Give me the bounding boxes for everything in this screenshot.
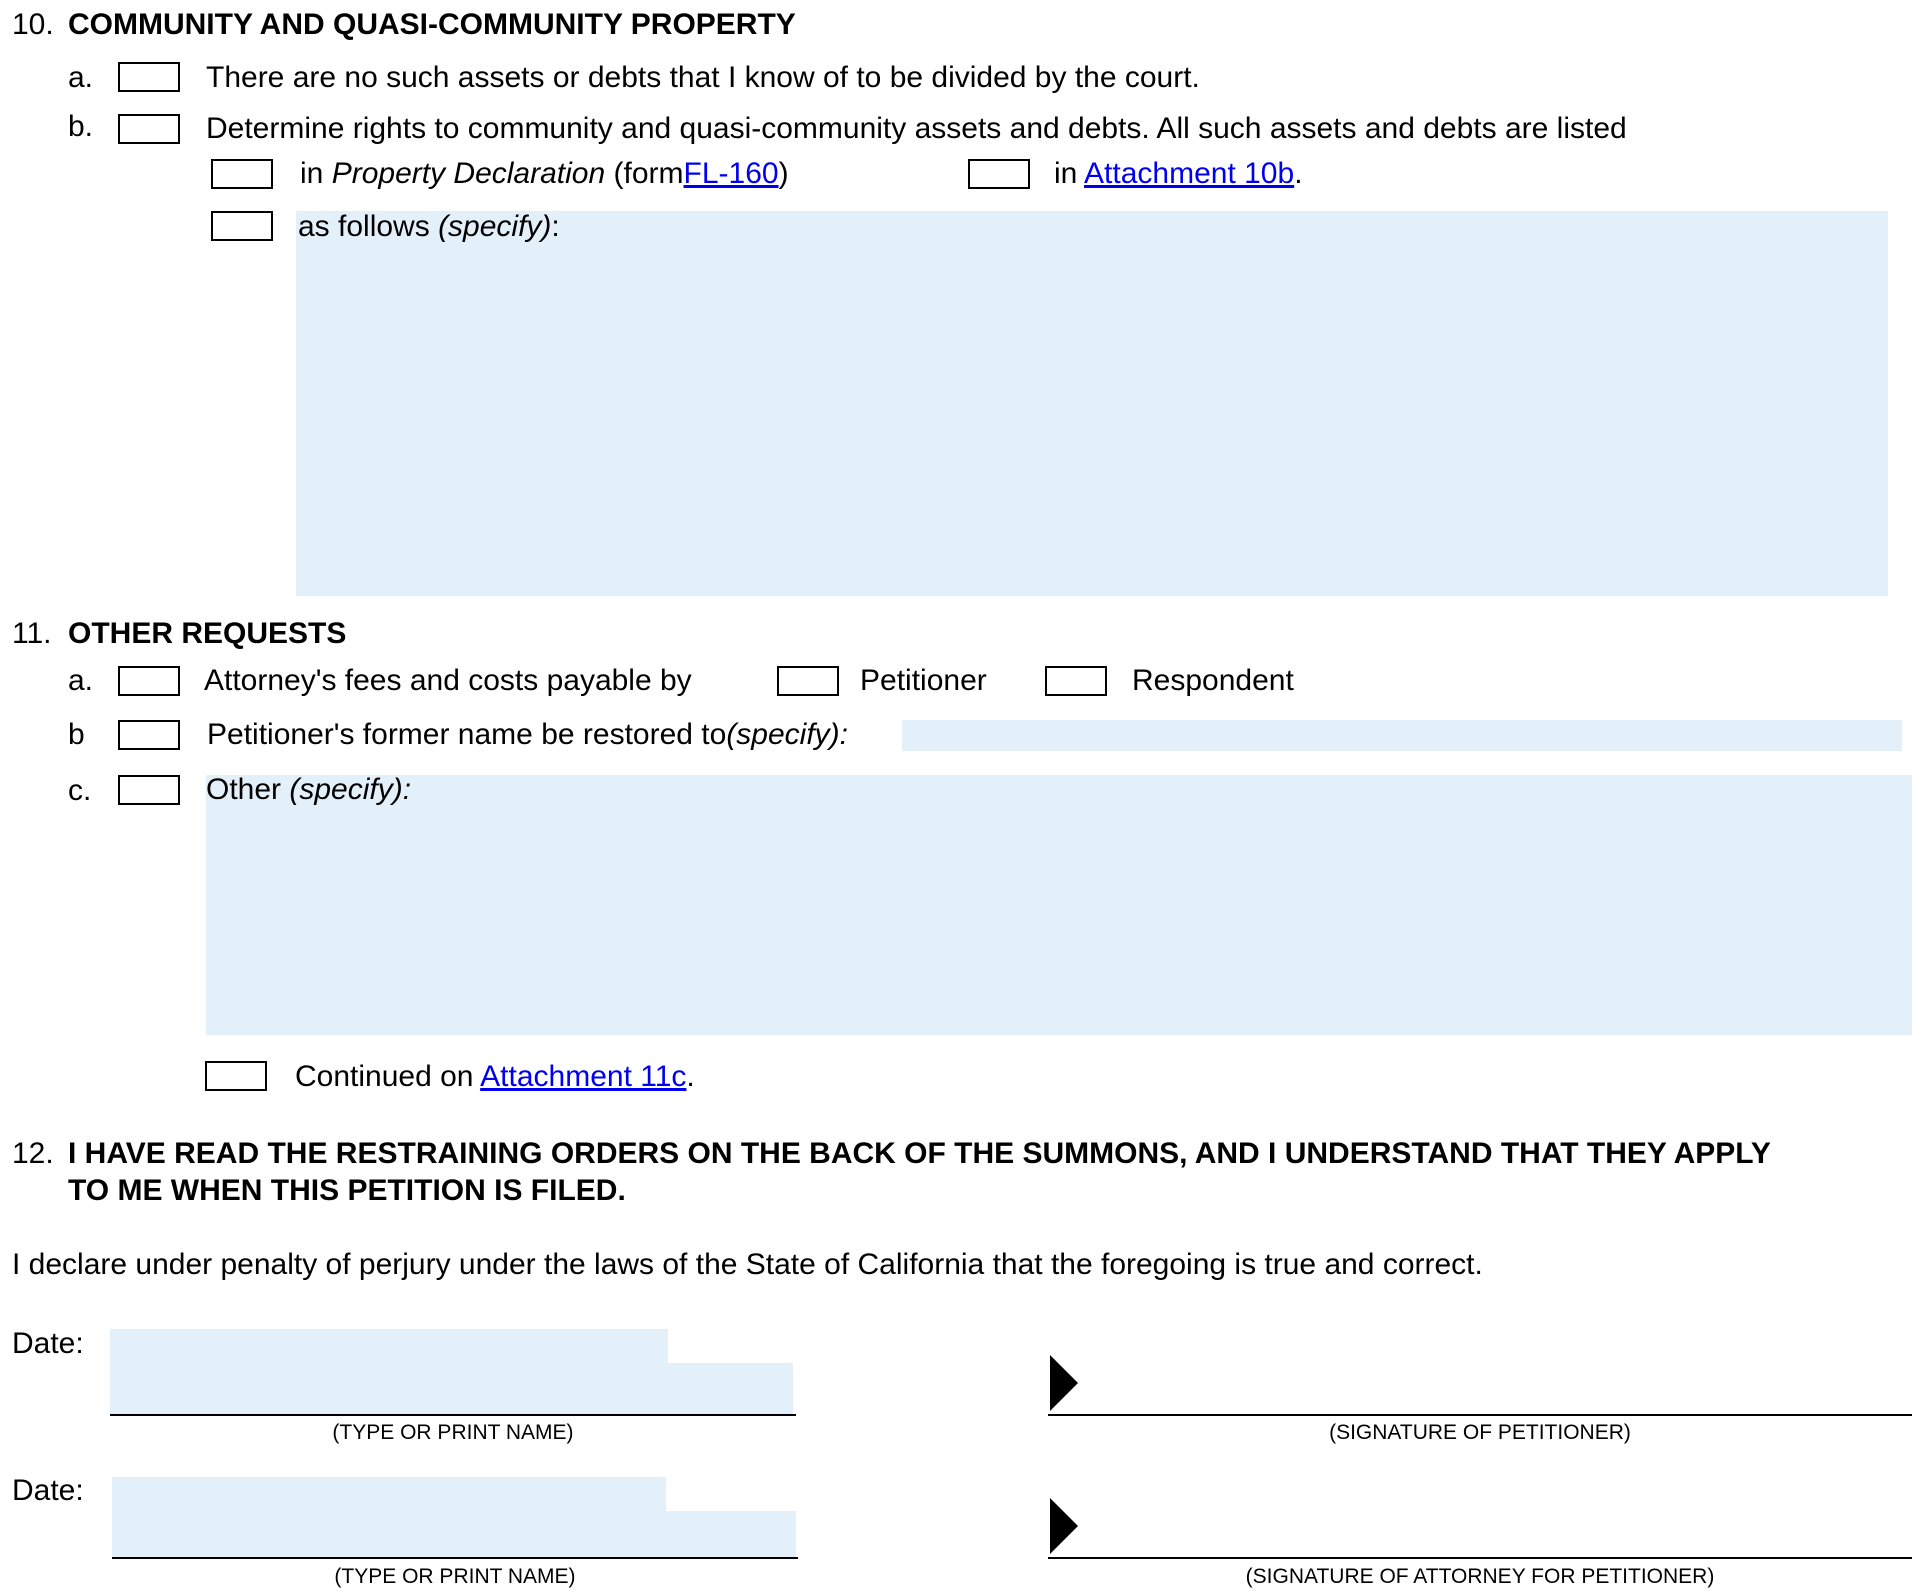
checkbox-11a-respondent[interactable]: [1045, 666, 1107, 696]
close-paren: ): [778, 157, 789, 190]
option-prefix: in: [300, 157, 324, 190]
item-11b-letter: b: [68, 718, 85, 751]
checkbox-property-declaration[interactable]: [211, 159, 273, 189]
checkbox-11b[interactable]: [118, 720, 180, 750]
signature-arrow-icon: [1050, 1498, 1078, 1554]
signature-caption-1: (SIGNATURE OF PETITIONER): [1329, 1421, 1631, 1444]
former-name-label: Petitioner's former name be restored to: [207, 718, 727, 751]
section-10-title: COMMUNITY AND QUASI-COMMUNITY PROPERTY: [68, 8, 796, 41]
period: .: [686, 1060, 695, 1093]
item-11b-text: Petitioner's former name be restored to(…: [207, 720, 848, 750]
input-date-1[interactable]: [110, 1329, 668, 1363]
print-name-line-1: [110, 1414, 796, 1416]
item-10b-letter: b.: [68, 110, 94, 143]
item-11a-text: Attorney's fees and costs payable by: [204, 664, 692, 697]
input-print-name-2[interactable]: [112, 1511, 796, 1558]
continued-on-attachment: Continued on Attachment 11c.: [295, 1062, 695, 1092]
input-date-2[interactable]: [112, 1477, 666, 1511]
link-attachment-10b[interactable]: Attachment 10b: [1084, 157, 1294, 190]
checkbox-10b[interactable]: [118, 114, 180, 144]
signature-arrow-icon: [1050, 1355, 1078, 1411]
section-12-number: 12.: [12, 1137, 54, 1170]
option-attachment-10b: in Attachment 10b.: [1054, 159, 1303, 189]
period: .: [1294, 157, 1303, 190]
checkbox-as-follows[interactable]: [211, 211, 273, 241]
print-name-caption-1: (TYPE OR PRINT NAME): [332, 1421, 574, 1444]
continued-prefix: Continued on: [295, 1060, 474, 1093]
specify-label: (specify): [438, 210, 552, 243]
option-property-declaration: in Property Declaration (formFL-160): [300, 159, 789, 189]
section-11-number: 11.: [12, 617, 52, 650]
item-11a-letter: a.: [68, 664, 94, 697]
checkbox-attachment-10b[interactable]: [968, 159, 1030, 189]
checkbox-11c[interactable]: [118, 775, 180, 805]
checkbox-11a-petitioner[interactable]: [777, 666, 839, 696]
checkbox-attachment-11c[interactable]: [205, 1061, 267, 1091]
option-respondent: Respondent: [1132, 664, 1294, 697]
section-12-line2: TO ME WHEN THIS PETITION IS FILED.: [68, 1174, 626, 1207]
link-fl-160[interactable]: FL-160: [684, 157, 779, 190]
item-10a-text: There are no such assets or debts that I…: [206, 61, 1200, 94]
section-10-number: 10.: [12, 8, 54, 41]
date-label-2: Date:: [12, 1474, 84, 1507]
item-11c-text: Other (specify):: [206, 775, 411, 805]
textarea-10b-specify[interactable]: [296, 211, 1888, 596]
specify-label: (specify):: [726, 718, 848, 751]
signature-line-1[interactable]: [1048, 1414, 1912, 1416]
item-10a-letter: a.: [68, 61, 94, 94]
checkbox-10a[interactable]: [118, 62, 180, 92]
item-10b-text: Determine rights to community and quasi-…: [206, 112, 1627, 145]
item-11c-letter: c.: [68, 774, 92, 807]
option-as-follows: as follows (specify):: [298, 212, 560, 242]
input-former-name[interactable]: [902, 720, 1902, 751]
textarea-11c-specify[interactable]: [206, 775, 1912, 1035]
option-prefix: in: [1054, 157, 1078, 190]
print-name-line-2: [112, 1557, 798, 1559]
link-attachment-11c[interactable]: Attachment 11c: [480, 1060, 686, 1093]
form-label: (form: [613, 157, 684, 190]
specify-label: (specify):: [289, 773, 412, 806]
input-print-name-1[interactable]: [110, 1363, 793, 1415]
other-label: Other: [206, 773, 282, 806]
checkbox-11a[interactable]: [118, 666, 180, 696]
option-petitioner: Petitioner: [860, 664, 987, 697]
perjury-declaration: I declare under penalty of perjury under…: [12, 1248, 1483, 1281]
print-name-caption-2: (TYPE OR PRINT NAME): [334, 1565, 576, 1588]
signature-line-2[interactable]: [1048, 1557, 1912, 1559]
section-12-line1: I HAVE READ THE RESTRAINING ORDERS ON TH…: [68, 1137, 1771, 1170]
signature-caption-2: (SIGNATURE OF ATTORNEY FOR PETITIONER): [1245, 1565, 1715, 1588]
date-label-1: Date:: [12, 1327, 84, 1360]
form-name: Property Declaration: [331, 157, 606, 190]
option-prefix: as follows: [298, 210, 430, 243]
colon: :: [551, 210, 560, 243]
section-11-title: OTHER REQUESTS: [68, 617, 347, 650]
